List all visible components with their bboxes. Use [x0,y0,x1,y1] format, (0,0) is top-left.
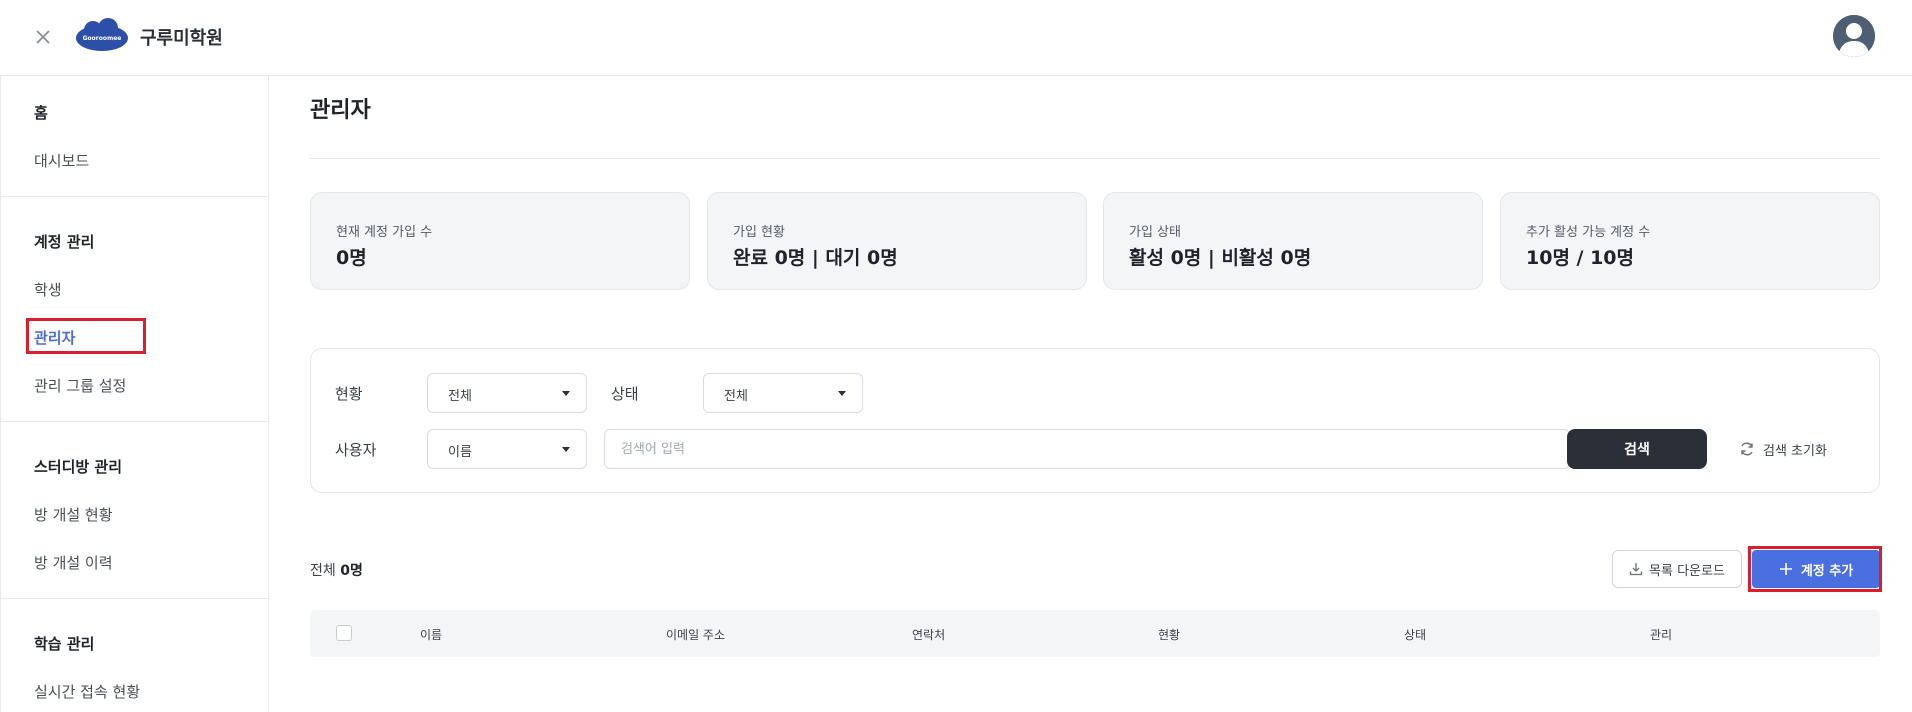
user-field-value: 이름 [448,445,472,460]
sidebar-item-group-settings[interactable]: 관리 그룹 설정 [34,375,126,396]
status-filter-value: 전체 [448,389,472,404]
table-header: 이름 이메일 주소 연락처 현황 상태 관리 [310,610,1880,657]
sidebar-item-students[interactable]: 학생 [34,279,62,300]
sidebar-divider [1,421,269,422]
stat-label: 가입 현황 [733,225,785,240]
state-filter-select[interactable]: 전체 [703,373,863,413]
logo-text: Gooroomee [83,35,122,42]
stat-card-join-state: 가입 상태 활성 0명 | 비활성 0명 [1103,192,1483,290]
stat-label: 추가 활성 가능 계정 수 [1526,225,1651,240]
sidebar-section-studyroom: 스터디방 관리 [34,458,123,476]
add-account-label: 계정 추가 [1800,563,1854,579]
add-account-button[interactable]: 계정 추가 [1752,550,1880,588]
column-header-name[interactable]: 이름 [420,626,442,643]
chevron-down-icon [562,447,570,452]
column-header-email[interactable]: 이메일 주소 [666,626,725,643]
search-reset-label: 검색 초기화 [1763,443,1827,459]
sidebar-section-account: 계정 관리 [34,233,95,251]
total-prefix: 전체 [310,563,336,579]
stat-card-available: 추가 활성 가능 계정 수 10명 / 10명 [1500,192,1880,290]
stat-label: 가입 상태 [1129,225,1181,240]
academy-name: 구루미학원 [140,28,223,49]
stat-value: 완료 0명 | 대기 0명 [733,247,898,269]
state-filter-value: 전체 [724,389,748,404]
user-field-select[interactable]: 이름 [427,429,587,469]
status-filter-select[interactable]: 전체 [427,373,587,413]
state-filter-label: 상태 [611,385,639,403]
total-count: 전체 0명 [310,560,363,580]
user-avatar[interactable] [1833,15,1875,57]
stat-value: 0명 [336,247,367,269]
stat-value: 활성 0명 | 비활성 0명 [1129,247,1312,269]
column-header-state[interactable]: 상태 [1404,626,1426,643]
chevron-down-icon [562,391,570,396]
plus-icon [1779,563,1792,575]
sidebar-item-dashboard[interactable]: 대시보드 [34,150,89,171]
gooroomee-logo: Gooroomee [76,18,128,51]
total-value: 0명 [340,563,363,579]
refresh-icon [1741,442,1753,456]
sidebar-item-room-status[interactable]: 방 개설 현황 [34,504,113,525]
user-silhouette-icon [1833,15,1875,57]
stat-card-total: 현재 계정 가입 수 0명 [310,192,690,290]
status-filter-label: 현황 [335,385,363,403]
sidebar-item-live-access[interactable]: 실시간 접속 현황 [34,681,140,702]
sidebar: 홈 대시보드 계정 관리 학생 관리자 관리 그룹 설정 스터디방 관리 방 개… [0,76,269,712]
sidebar-divider [1,196,269,197]
title-divider [310,158,1880,159]
download-list-button[interactable]: 목록 다운로드 [1612,550,1742,588]
filter-panel: 현황 전체 상태 전체 사용자 이름 검색 검색 초기화 [310,348,1880,493]
sidebar-divider [1,598,269,599]
stat-value: 10명 / 10명 [1526,247,1635,269]
search-button[interactable]: 검색 [1567,429,1707,469]
search-reset-button[interactable]: 검색 초기화 [1739,429,1827,469]
search-input[interactable] [604,429,1570,469]
column-header-phone[interactable]: 연락처 [912,626,945,643]
page-title: 관리자 [310,98,371,123]
select-all-checkbox[interactable] [336,625,352,641]
download-icon [1629,563,1643,576]
close-icon[interactable] [34,28,52,46]
stat-label: 현재 계정 가입 수 [336,225,433,240]
download-list-label: 목록 다운로드 [1649,563,1725,579]
column-header-join-status[interactable]: 현황 [1158,626,1180,643]
top-header: Gooroomee 구루미학원 [0,0,1912,76]
stat-card-join-status: 가입 현황 완료 0명 | 대기 0명 [707,192,1087,290]
chevron-down-icon [838,391,846,396]
user-filter-label: 사용자 [335,441,377,459]
sidebar-section-learning: 학습 관리 [34,635,95,653]
column-header-manage[interactable]: 관리 [1650,626,1672,643]
sidebar-item-room-history[interactable]: 방 개설 이력 [34,552,113,573]
sidebar-section-home[interactable]: 홈 [34,102,48,123]
sidebar-active-highlight [26,318,146,354]
